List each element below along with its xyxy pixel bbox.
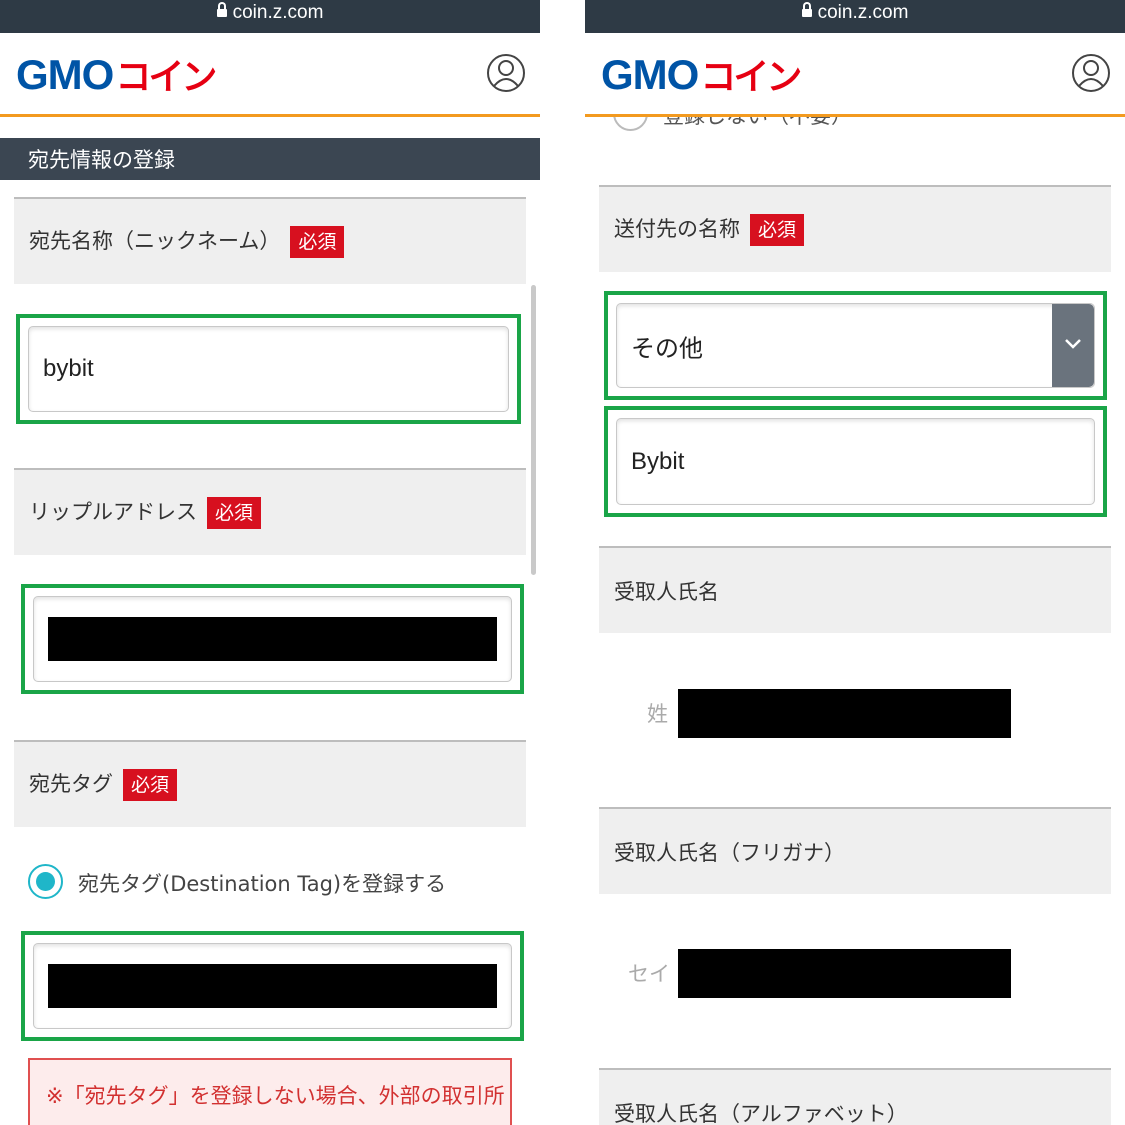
scrollbar[interactable] xyxy=(531,285,536,575)
right-phone-screen: coin.z.com 登録しない（不要） GMOコイン 送付先の名称必須 その他 xyxy=(585,0,1125,1125)
receiver-kana-field-header: 受取人氏名（フリガナ） xyxy=(599,807,1111,894)
nickname-input[interactable]: bybit xyxy=(28,326,509,412)
logo-latin: GMO xyxy=(601,51,699,98)
user-account-icon[interactable] xyxy=(486,52,526,94)
receiver-alpha-field-header: 受取人氏名（アルファベット） xyxy=(599,1068,1111,1125)
lock-icon xyxy=(216,2,227,17)
receiver-kana-label: 受取人氏名（フリガナ） xyxy=(614,841,845,865)
recipient-name-field-header: 送付先の名称 必須 xyxy=(599,185,1111,272)
destination-tag-input[interactable] xyxy=(33,943,512,1029)
destination-tag-label: 宛先タグ xyxy=(29,772,113,796)
select-arrow[interactable] xyxy=(1052,304,1094,387)
section-title-bar: 宛先情報の登録 xyxy=(0,138,540,180)
screenshot-composite: coin.z.com GMOコイン 宛先情報の登録 宛先名称（ニックネーム） 必須 xyxy=(0,0,1125,1125)
url-text: coin.z.com xyxy=(817,2,909,23)
redacted-block xyxy=(48,964,497,1008)
redacted-block xyxy=(678,949,1011,998)
recipient-input-value: Bybit xyxy=(631,447,685,475)
logo-latin: GMO xyxy=(16,51,114,98)
register-tag-radio-label[interactable]: 宛先タグ(Destination Tag)を登録する xyxy=(78,868,446,898)
site-header: GMOコイン xyxy=(0,33,540,117)
required-badge: 必須 xyxy=(123,769,178,801)
lock-icon xyxy=(801,2,812,17)
ripple-address-input[interactable] xyxy=(33,596,512,682)
redacted-block xyxy=(48,617,497,661)
register-tag-radio[interactable] xyxy=(28,864,63,899)
family-name-label: 姓 xyxy=(647,702,668,726)
destination-tag-field-header: 宛先タグ 必須 xyxy=(14,740,526,827)
family-kana-label: セイ xyxy=(628,962,670,986)
receiver-name-label: 受取人氏名 xyxy=(614,580,719,604)
gmo-coin-logo[interactable]: GMOコイン xyxy=(601,50,802,103)
recipient-select-value: その他 xyxy=(631,335,703,362)
recipient-name-label: 送付先の名称 xyxy=(614,217,740,241)
warning-note: ※「宛先タグ」を登録しない場合、外部の取引所 xyxy=(28,1058,512,1125)
url-bar[interactable]: coin.z.com xyxy=(585,0,1125,33)
gmo-coin-logo[interactable]: GMOコイン xyxy=(16,50,217,103)
url-text: coin.z.com xyxy=(232,2,324,23)
section-title: 宛先情報の登録 xyxy=(28,148,175,172)
redacted-block xyxy=(678,689,1011,738)
warning-note-text: ※「宛先タグ」を登録しない場合、外部の取引所 xyxy=(46,1084,505,1108)
logo-kana: コイン xyxy=(115,57,217,98)
ripple-address-field-header: リップルアドレス 必須 xyxy=(14,468,526,555)
destination-tag-highlight xyxy=(21,931,524,1041)
logo-kana: コイン xyxy=(700,57,802,98)
required-badge: 必須 xyxy=(207,497,262,529)
receiver-alpha-label: 受取人氏名（アルファベット） xyxy=(614,1102,908,1125)
ripple-address-highlight xyxy=(21,584,524,694)
user-account-icon[interactable] xyxy=(1071,52,1111,94)
nickname-field-header: 宛先名称（ニックネーム） 必須 xyxy=(14,197,526,284)
recipient-input-highlight: Bybit xyxy=(604,406,1107,517)
recipient-select-highlight: その他 xyxy=(604,291,1107,400)
url-bar[interactable]: coin.z.com xyxy=(0,0,540,33)
required-badge: 必須 xyxy=(750,214,805,246)
chevron-down-icon xyxy=(1065,339,1081,349)
recipient-name-input[interactable]: Bybit xyxy=(616,418,1095,505)
required-badge: 必須 xyxy=(290,226,345,258)
nickname-label: 宛先名称（ニックネーム） xyxy=(29,229,281,253)
nickname-input-value: bybit xyxy=(43,355,94,382)
site-header: GMOコイン xyxy=(585,33,1125,117)
left-phone-screen: coin.z.com GMOコイン 宛先情報の登録 宛先名称（ニックネーム） 必須 xyxy=(0,0,540,1125)
receiver-name-field-header: 受取人氏名 xyxy=(599,546,1111,633)
recipient-select[interactable]: その他 xyxy=(616,303,1095,388)
nickname-highlight: bybit xyxy=(16,314,521,424)
ripple-address-label: リップルアドレス xyxy=(29,500,197,524)
